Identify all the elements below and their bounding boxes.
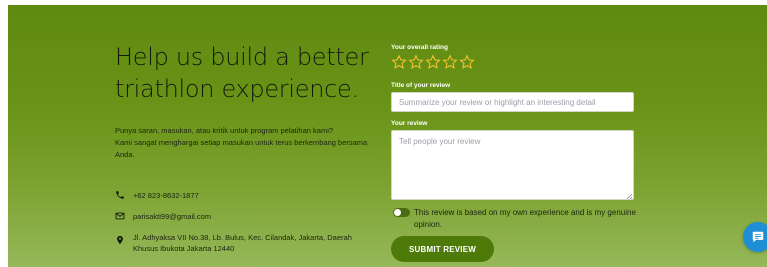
intro-text: Punya saran, masukan, atau kritik untuk … xyxy=(115,125,380,161)
contact-phone: +62 823-8632-1877 xyxy=(115,190,199,201)
star-icon-5[interactable] xyxy=(459,54,475,70)
review-body-textarea[interactable] xyxy=(391,130,634,200)
intro-line-2: Kami sangat menghargai setiap masukan un… xyxy=(115,138,368,159)
star-icon-4[interactable] xyxy=(442,54,458,70)
email-address: parisakti99@gmail.com xyxy=(133,212,212,221)
phone-icon xyxy=(115,190,125,200)
toggle-knob xyxy=(394,209,401,216)
phone-number: +62 823-8632-1877 xyxy=(133,191,199,200)
section-heading: Help us build a better triathlon experie… xyxy=(115,43,369,103)
star-icon-1[interactable] xyxy=(391,54,407,70)
street-address: Jl. Adhyaksa VII No.38, Lb. Bulus, Kec. … xyxy=(133,233,352,253)
submit-review-button[interactable]: SUBMIT REVIEW xyxy=(391,236,494,262)
review-title-label: Title of your review xyxy=(391,82,451,89)
chat-button[interactable] xyxy=(743,222,767,252)
star-rating[interactable] xyxy=(391,54,475,70)
contact-address: Jl. Adhyaksa VII No.38, Lb. Bulus, Kec. … xyxy=(115,232,373,254)
map-pin-icon xyxy=(115,235,125,245)
consent-label: This review is based on my own experienc… xyxy=(414,208,636,229)
intro-line-1: Punya saran, masukan, atau kritik untuk … xyxy=(115,126,334,135)
contact-email: parisakti99@gmail.com xyxy=(115,211,211,222)
review-title-input[interactable] xyxy=(391,92,634,112)
resize-grip-icon[interactable] xyxy=(626,193,632,199)
consent-toggle[interactable] xyxy=(393,208,410,217)
rating-label: Your overall rating xyxy=(391,44,448,51)
star-icon-2[interactable] xyxy=(408,54,424,70)
review-body-label: Your review xyxy=(391,120,428,127)
mail-icon xyxy=(115,211,125,221)
star-icon-3[interactable] xyxy=(425,54,441,70)
chat-icon xyxy=(752,231,764,243)
